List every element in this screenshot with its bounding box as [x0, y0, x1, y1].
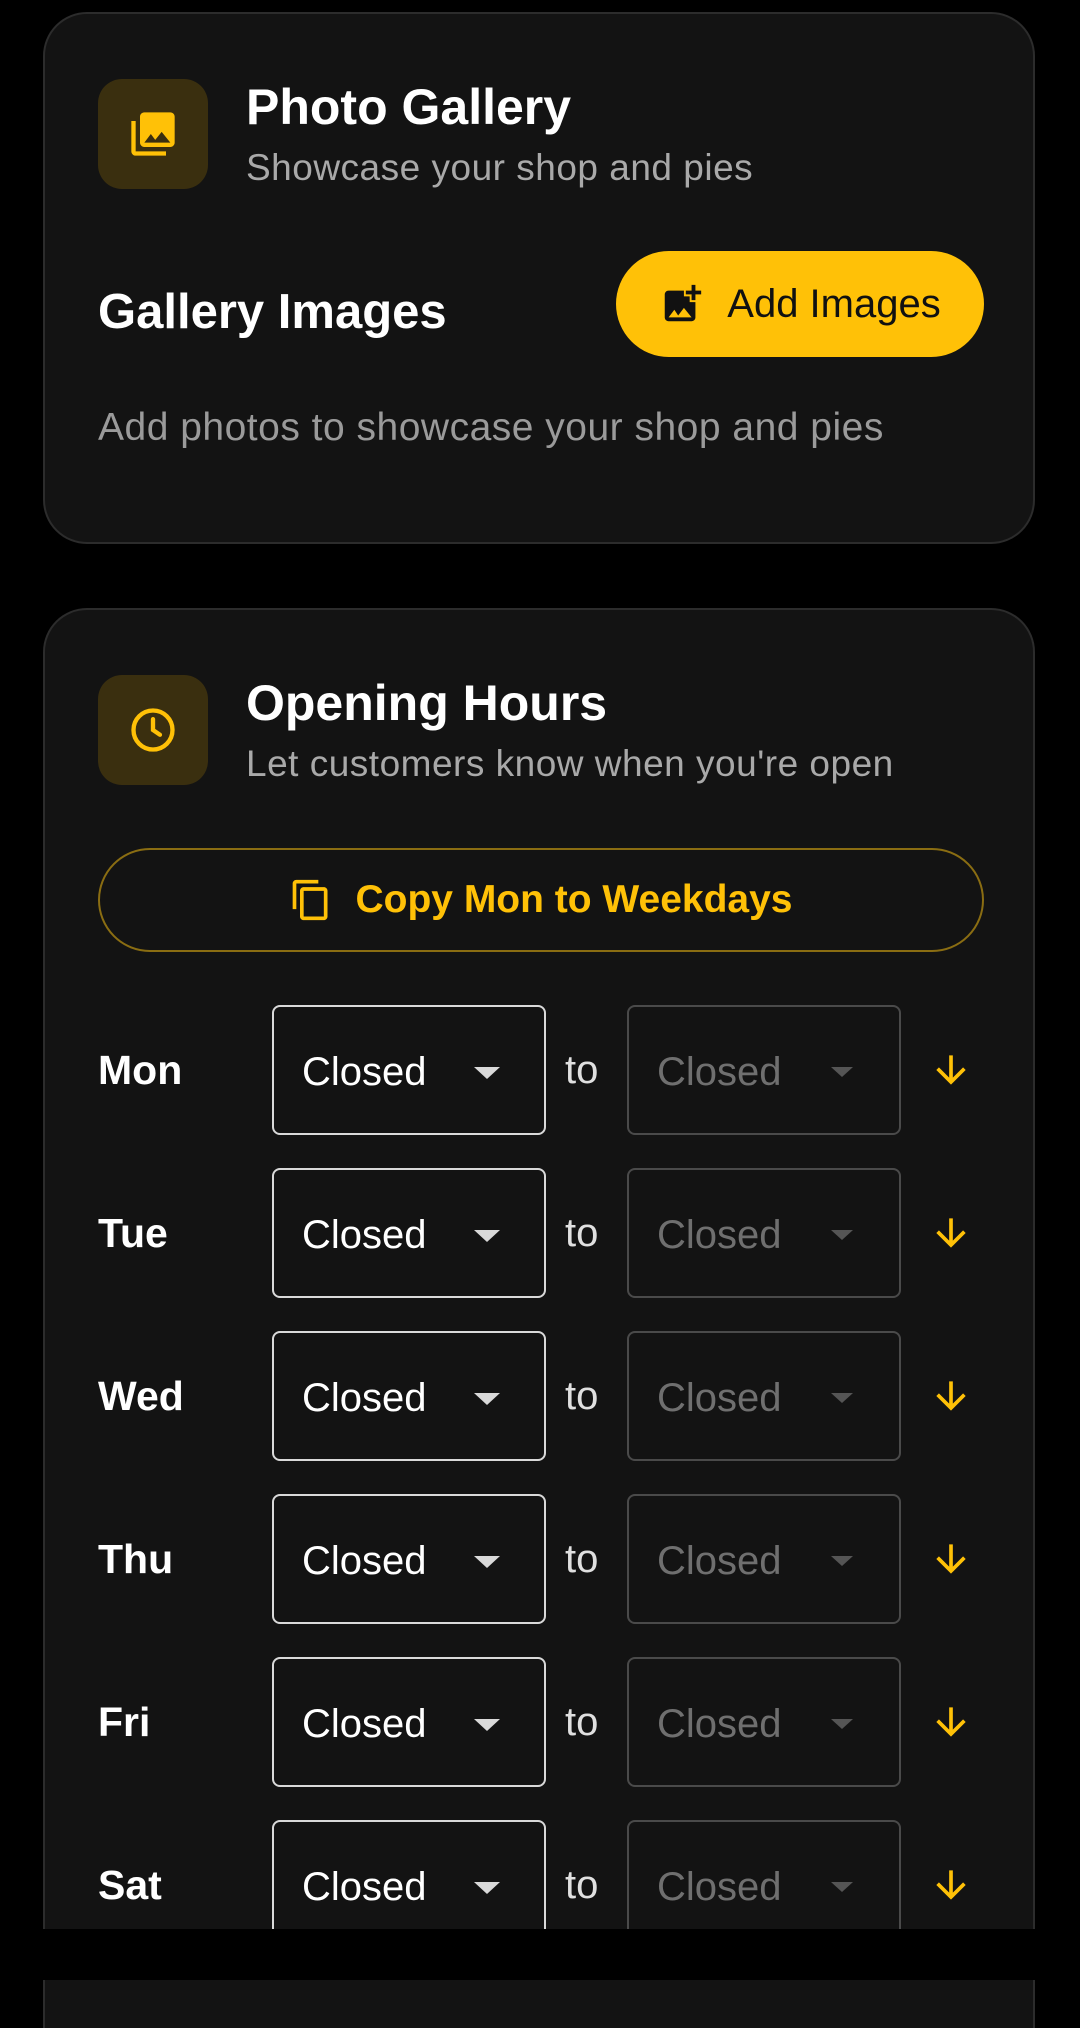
dropdown-caret-icon [474, 1719, 500, 1731]
day-label: Fri [98, 1699, 151, 1745]
to-label: to [565, 1048, 599, 1092]
open-time-select[interactable]: Closed [272, 1494, 546, 1624]
dropdown-caret-icon [474, 1882, 500, 1894]
day-row-tue: Tue Closed to Closed [98, 1168, 998, 1298]
day-label: Thu [98, 1536, 174, 1582]
dropdown-caret-icon [831, 1719, 853, 1729]
day-row-mon: Mon Closed to Closed [98, 1005, 998, 1135]
open-time-select[interactable]: Closed [272, 1005, 546, 1135]
dropdown-caret-icon [474, 1067, 500, 1079]
day-row-thu: Thu Closed to Closed [98, 1494, 998, 1624]
dropdown-caret-icon [474, 1393, 500, 1405]
close-time-value: Closed [657, 1050, 782, 1094]
gallery-empty-text: Add photos to showcase your shop and pie… [98, 406, 884, 449]
close-time-value: Closed [657, 1539, 782, 1583]
bottom-edge [0, 1929, 1080, 1980]
open-time-select[interactable]: Closed [272, 1657, 546, 1787]
dropdown-caret-icon [831, 1067, 853, 1077]
to-label: to [565, 1374, 599, 1418]
open-time-value: Closed [302, 1213, 427, 1257]
hours-subtitle: Let customers know when you're open [246, 743, 894, 784]
arrow-down-icon[interactable] [921, 1855, 981, 1915]
day-row-wed: Wed Closed to Closed [98, 1331, 998, 1461]
dropdown-caret-icon [831, 1882, 853, 1892]
add-images-button[interactable]: Add Images [616, 251, 984, 357]
open-time-select[interactable]: Closed [272, 1331, 546, 1461]
to-label: to [565, 1211, 599, 1255]
to-label: to [565, 1700, 599, 1744]
photo-gallery-card: Photo Gallery Showcase your shop and pie… [43, 12, 1035, 544]
close-time-select[interactable]: Closed [627, 1657, 901, 1787]
arrow-down-icon[interactable] [921, 1040, 981, 1100]
copy-mon-to-weekdays-button[interactable]: Copy Mon to Weekdays [98, 848, 984, 952]
arrow-down-icon[interactable] [921, 1692, 981, 1752]
open-time-value: Closed [302, 1050, 427, 1094]
gallery-images-heading: Gallery Images [98, 285, 447, 339]
arrow-down-icon[interactable] [921, 1366, 981, 1426]
day-label: Wed [98, 1373, 184, 1419]
dropdown-caret-icon [831, 1230, 853, 1240]
dropdown-caret-icon [474, 1230, 500, 1242]
gallery-subtitle: Showcase your shop and pies [246, 147, 754, 188]
dropdown-caret-icon [831, 1556, 853, 1566]
copy-icon [289, 878, 333, 922]
gallery-title: Photo Gallery [246, 79, 572, 135]
open-time-select[interactable]: Closed [272, 1168, 546, 1298]
close-time-select[interactable]: Closed [627, 1168, 901, 1298]
open-time-value: Closed [302, 1376, 427, 1420]
dropdown-caret-icon [474, 1556, 500, 1568]
hours-title: Opening Hours [246, 675, 608, 731]
add-photo-icon [659, 281, 705, 327]
open-time-value: Closed [302, 1702, 427, 1746]
photo-library-icon [98, 79, 208, 189]
arrow-down-icon[interactable] [921, 1203, 981, 1263]
clock-icon [98, 675, 208, 785]
day-label: Mon [98, 1047, 183, 1093]
open-time-value: Closed [302, 1539, 427, 1583]
copy-button-label: Copy Mon to Weekdays [355, 878, 793, 921]
add-images-label: Add Images [727, 281, 941, 326]
close-time-select[interactable]: Closed [627, 1005, 901, 1135]
dropdown-caret-icon [831, 1393, 853, 1403]
opening-hours-card: Opening Hours Let customers know when yo… [43, 608, 1035, 2028]
day-row-fri: Fri Closed to Closed [98, 1657, 998, 1787]
close-time-select[interactable]: Closed [627, 1494, 901, 1624]
close-time-select[interactable]: Closed [627, 1331, 901, 1461]
close-time-value: Closed [657, 1376, 782, 1420]
close-time-value: Closed [657, 1213, 782, 1257]
to-label: to [565, 1537, 599, 1581]
close-time-value: Closed [657, 1702, 782, 1746]
day-label: Tue [98, 1210, 168, 1256]
arrow-down-icon[interactable] [921, 1529, 981, 1589]
